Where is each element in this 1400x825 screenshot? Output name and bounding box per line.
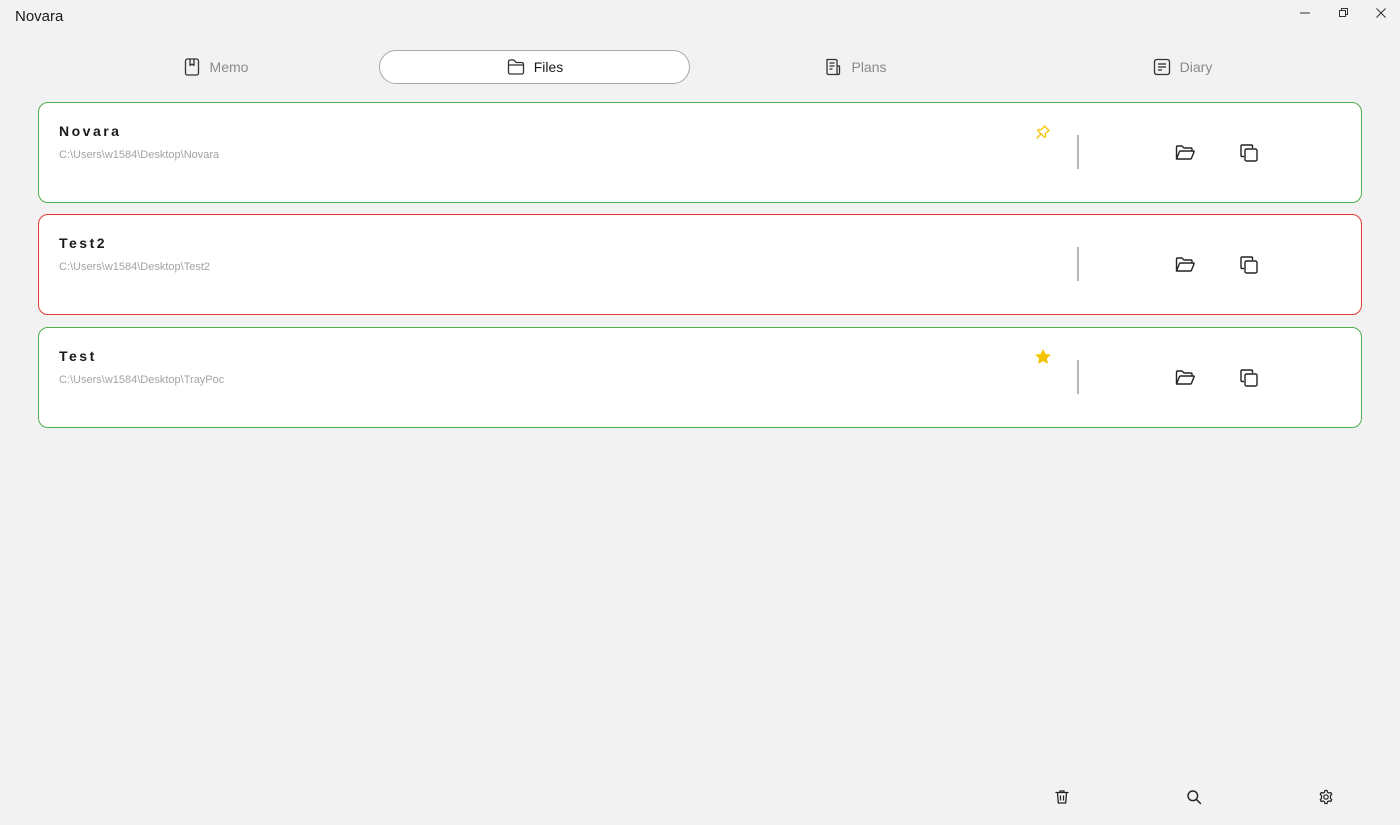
restore-icon xyxy=(1339,8,1348,17)
tab-plans[interactable]: Plans xyxy=(710,50,1000,84)
diary-icon xyxy=(1153,58,1170,76)
copy-icon xyxy=(1240,369,1258,387)
minimize-button[interactable] xyxy=(1287,2,1323,24)
tab-diary-label: Diary xyxy=(1179,59,1213,75)
card-path: C:\Users\w1584\Desktop\Novara xyxy=(59,149,220,161)
tab-plans-label: Plans xyxy=(851,59,887,75)
search-icon xyxy=(1187,790,1202,805)
card-divider xyxy=(1077,135,1079,169)
folder-open-icon xyxy=(1175,370,1195,385)
open-folder-button[interactable] xyxy=(1173,141,1197,165)
tab-memo-label: Memo xyxy=(209,59,249,75)
settings-icon xyxy=(1319,789,1333,805)
delete-button[interactable] xyxy=(1051,786,1073,808)
pin-icon xyxy=(1036,125,1050,139)
tab-files-label: Files xyxy=(533,59,564,75)
file-card[interactable]: Test2 C:\Users\w1584\Desktop\Test2 xyxy=(38,214,1362,315)
card-path: C:\Users\w1584\Desktop\TrayPoc xyxy=(59,374,225,386)
card-divider xyxy=(1077,360,1079,394)
card-name: Test xyxy=(59,348,97,364)
folder-icon xyxy=(507,59,524,75)
card-name: Novara xyxy=(59,123,122,139)
search-button[interactable] xyxy=(1183,786,1205,808)
tab-diary[interactable]: Diary xyxy=(1037,50,1327,84)
restore-button[interactable] xyxy=(1325,2,1361,24)
open-folder-button[interactable] xyxy=(1173,253,1197,277)
close-icon xyxy=(1376,8,1386,18)
copy-path-button[interactable] xyxy=(1237,141,1261,165)
settings-button[interactable] xyxy=(1315,786,1337,808)
copy-path-button[interactable] xyxy=(1237,253,1261,277)
minimize-icon xyxy=(1300,12,1310,14)
tab-files[interactable]: Files xyxy=(379,50,690,84)
copy-path-button[interactable] xyxy=(1237,366,1261,390)
copy-icon xyxy=(1240,144,1258,162)
card-name: Test2 xyxy=(59,235,108,251)
tab-bar: Memo Files Plans Diary xyxy=(0,50,1400,84)
close-button[interactable] xyxy=(1363,2,1399,24)
memo-icon xyxy=(184,58,199,76)
app-window: Novara Memo Files Plans Diary Novara C:\… xyxy=(0,0,1400,825)
card-divider xyxy=(1077,247,1079,281)
star-icon xyxy=(1035,349,1051,364)
app-title: Novara xyxy=(15,8,64,25)
folder-open-icon xyxy=(1175,145,1195,160)
trash-icon xyxy=(1055,790,1069,804)
pin-button[interactable] xyxy=(1033,122,1053,142)
file-card[interactable]: Novara C:\Users\w1584\Desktop\Novara xyxy=(38,102,1362,203)
favorite-button[interactable] xyxy=(1033,347,1053,367)
card-path: C:\Users\w1584\Desktop\Test2 xyxy=(59,261,211,273)
tab-memo[interactable]: Memo xyxy=(70,50,360,84)
plans-icon xyxy=(826,58,841,76)
title-bar: Novara xyxy=(0,0,1400,36)
open-folder-button[interactable] xyxy=(1173,366,1197,390)
folder-open-icon xyxy=(1175,257,1195,272)
file-card[interactable]: Test C:\Users\w1584\Desktop\TrayPoc xyxy=(38,327,1362,428)
copy-icon xyxy=(1240,256,1258,274)
